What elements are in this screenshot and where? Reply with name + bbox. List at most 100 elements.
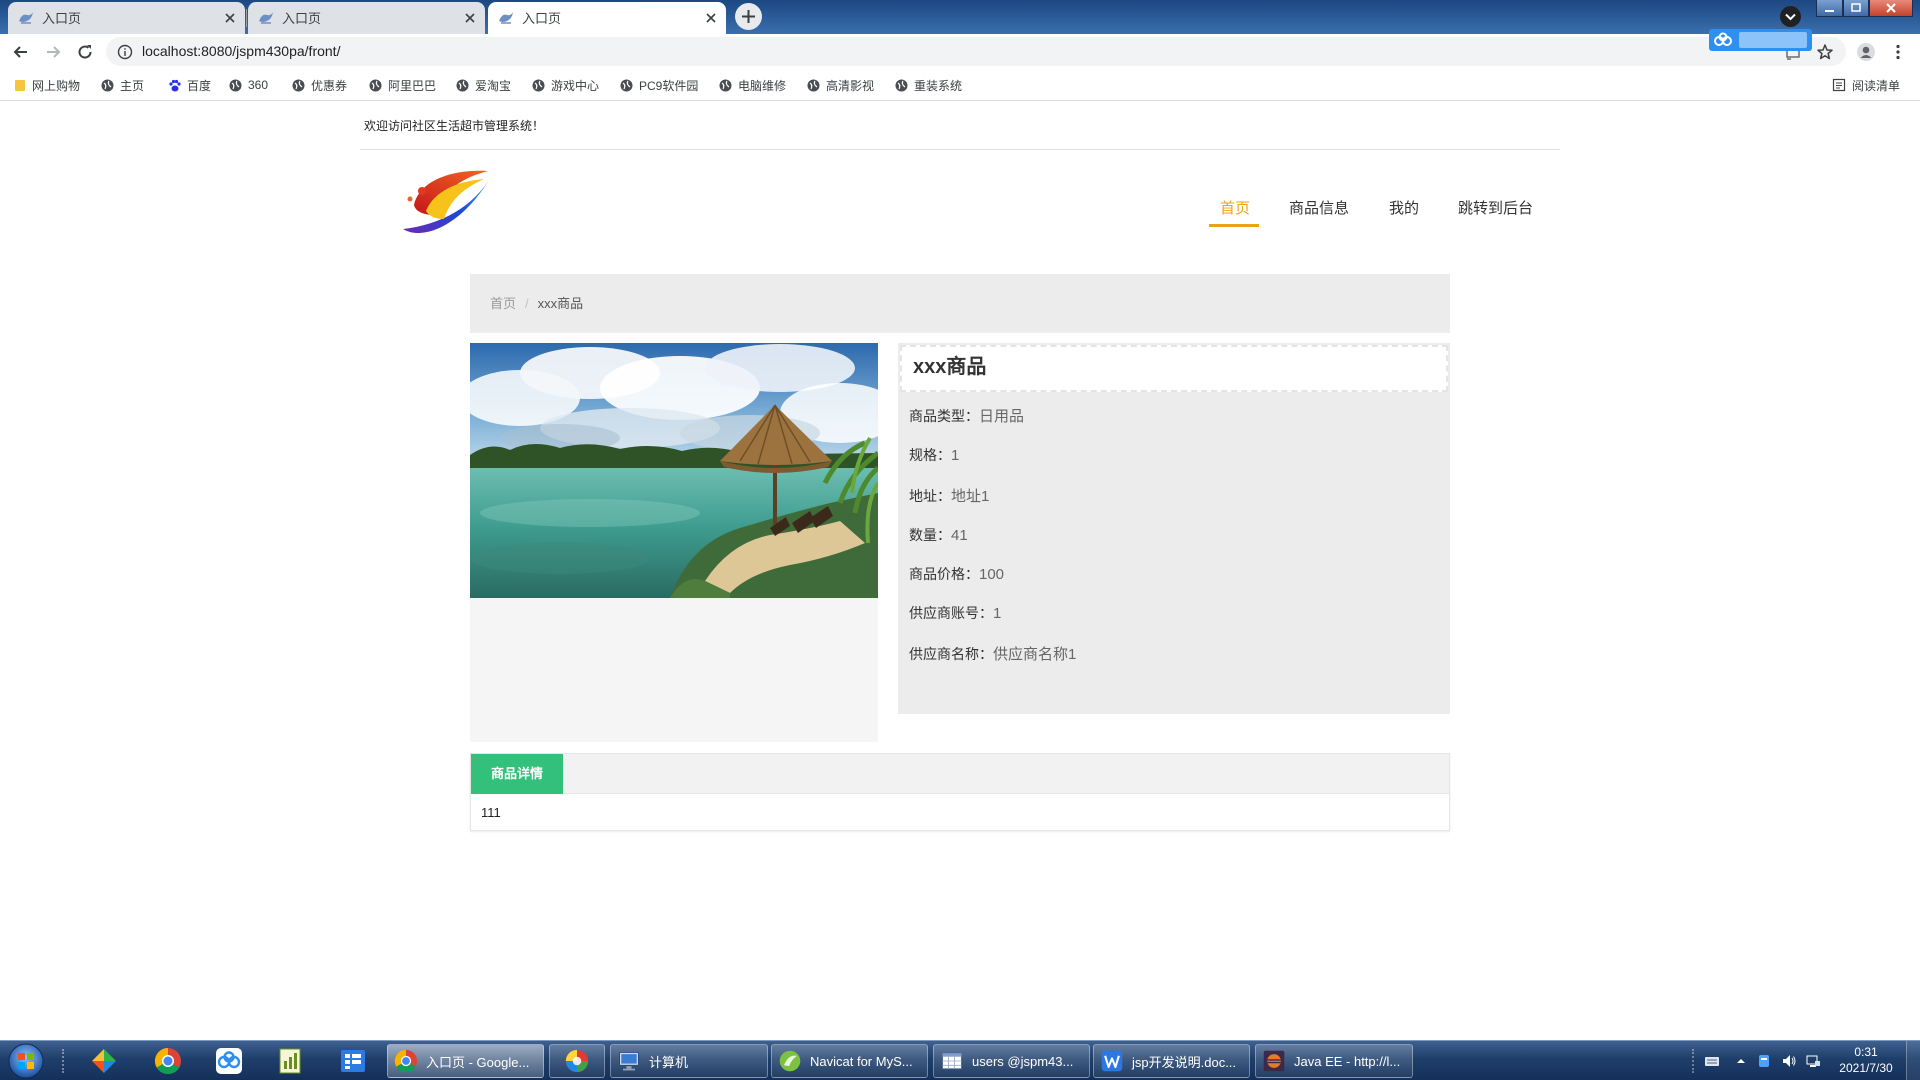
- windows-start-orb-icon: [8, 1043, 44, 1079]
- show-desktop-button[interactable]: [1906, 1041, 1920, 1080]
- browser-tab-active[interactable]: 入口页: [488, 2, 726, 34]
- plus-icon: [742, 10, 755, 23]
- breadcrumb-home-link[interactable]: 首页: [490, 296, 516, 311]
- keyboard-tray-icon[interactable]: [1704, 1053, 1720, 1069]
- pinned-chart-app-button[interactable]: [276, 1047, 304, 1075]
- globe-icon: [620, 79, 633, 91]
- back-button[interactable]: [11, 42, 31, 62]
- field-label: 供应商名称：: [909, 646, 993, 662]
- tray-gripper: [1692, 1049, 1696, 1073]
- bookmark-star-icon[interactable]: [1816, 43, 1834, 61]
- nav-home[interactable]: 首页: [1220, 199, 1250, 219]
- forward-button[interactable]: [43, 42, 63, 62]
- tab-close-icon[interactable]: [463, 11, 477, 25]
- baidu-netdisk-icon: [216, 1048, 242, 1074]
- bookmark-item[interactable]: 主页: [101, 70, 144, 100]
- bookmark-item[interactable]: 优惠券: [292, 70, 347, 100]
- info-row-type: 商品类型：日用品: [909, 404, 1024, 428]
- browser-tab[interactable]: 入口页: [8, 2, 245, 34]
- nav-mine[interactable]: 我的: [1389, 199, 1419, 219]
- start-button[interactable]: [6, 1042, 46, 1080]
- browser-menu-button[interactable]: [1888, 42, 1908, 62]
- baidu-netdisk-badge[interactable]: [1709, 29, 1812, 51]
- table-icon: [942, 1052, 962, 1070]
- bookmark-label: PC9软件园: [639, 78, 699, 93]
- bookmark-item[interactable]: PC9软件园: [620, 70, 698, 100]
- bookmark-item[interactable]: 高清影视: [807, 70, 874, 100]
- tab-product-detail[interactable]: 商品详情: [471, 754, 563, 794]
- close-icon: [1886, 3, 1896, 13]
- browser-tab-strip: 入口页 入口页 入口页: [0, 0, 1920, 34]
- taskbar-window-app[interactable]: [549, 1044, 605, 1078]
- field-label: 地址：: [909, 488, 951, 504]
- tab-search-button[interactable]: [1780, 6, 1801, 27]
- show-hidden-icons-button[interactable]: [1733, 1053, 1749, 1069]
- product-detail-panel: 商品详情 111: [470, 753, 1450, 831]
- window-close-button[interactable]: [1869, 0, 1913, 17]
- pinned-chrome-button[interactable]: [154, 1047, 182, 1075]
- tab-close-icon[interactable]: [223, 11, 237, 25]
- bookmark-item[interactable]: 360: [229, 70, 268, 100]
- field-label: 商品价格：: [909, 566, 979, 582]
- reload-icon: [78, 45, 92, 59]
- taskbar-window-label: Navicat for MyS...: [810, 1053, 913, 1069]
- field-label: 数量：: [909, 527, 951, 543]
- bookmark-item[interactable]: 百度: [168, 70, 211, 100]
- site-logo[interactable]: [400, 165, 495, 240]
- volume-icon[interactable]: [1781, 1053, 1797, 1069]
- minimize-icon: [1825, 10, 1834, 12]
- bookmark-item[interactable]: 阿里巴巴: [369, 70, 436, 100]
- bookmark-item[interactable]: 游戏中心: [532, 70, 599, 100]
- page-favicon-icon: [258, 11, 274, 25]
- window-maximize-button[interactable]: [1843, 0, 1869, 17]
- field-label: 供应商账号：: [909, 605, 993, 621]
- reload-button[interactable]: [75, 42, 95, 62]
- address-bar[interactable]: localhost:8080/jspm430pa/front/: [106, 37, 1846, 66]
- product-image[interactable]: [460, 343, 900, 598]
- bookmark-label: 电脑维修: [738, 78, 787, 93]
- taskbar-window-chrome[interactable]: 入口页 - Google...: [387, 1044, 544, 1078]
- system-clock[interactable]: 0:31 2021/7/30: [1828, 1044, 1904, 1076]
- info-row-supplier-name: 供应商名称：供应商名称1: [909, 642, 1076, 666]
- pinned-app-button[interactable]: [90, 1047, 118, 1075]
- bookmark-item[interactable]: 爱淘宝: [456, 70, 511, 100]
- tab-title: 入口页: [522, 11, 562, 26]
- bookmark-item[interactable]: 电脑维修: [719, 70, 786, 100]
- network-icon[interactable]: [1805, 1053, 1821, 1069]
- bookmarks-bar: 网上购物 主页 百度 360 优惠券 阿里巴巴 爱淘宝 游戏中心 PC9软件园 …: [0, 70, 1920, 101]
- new-tab-button[interactable]: [735, 3, 762, 30]
- pinned-file-manager-button[interactable]: [339, 1047, 367, 1075]
- product-title: xxx商品: [900, 345, 1448, 392]
- nav-admin[interactable]: 跳转到后台: [1458, 199, 1533, 219]
- nav-products[interactable]: 商品信息: [1289, 199, 1349, 219]
- browser-tab[interactable]: 入口页: [248, 2, 485, 34]
- security-tray-icon[interactable]: [1756, 1053, 1772, 1069]
- taskbar-window-label: jsp开发说明.doc...: [1132, 1054, 1237, 1070]
- field-value: 41: [951, 527, 968, 544]
- globe-icon: [807, 79, 820, 91]
- site-info-icon[interactable]: [117, 44, 133, 60]
- bookmark-label: 360: [248, 78, 269, 92]
- bookmark-label: 高清影视: [826, 78, 875, 93]
- pinned-netdisk-button[interactable]: [215, 1047, 243, 1075]
- folder-icon: [15, 79, 25, 91]
- profile-button[interactable]: [1856, 42, 1876, 62]
- baidu-paw-icon: [169, 79, 181, 91]
- bookmark-item[interactable]: 重装系统: [895, 70, 962, 100]
- info-row-price: 商品价格：100: [909, 562, 1004, 586]
- reading-list-button[interactable]: 阅读清单: [1832, 70, 1900, 100]
- tab-title: 入口页: [282, 11, 322, 26]
- window-minimize-button[interactable]: [1816, 0, 1843, 17]
- tab-close-icon[interactable]: [704, 11, 718, 25]
- globe-icon: [292, 79, 305, 91]
- chrome-icon: [394, 1049, 418, 1073]
- url-text[interactable]: localhost:8080/jspm430pa/front/: [142, 44, 340, 59]
- taskbar-window-navicat[interactable]: Navicat for MyS...: [771, 1044, 928, 1078]
- taskbar-window-computer[interactable]: 计算机: [610, 1044, 768, 1078]
- taskbar-window-document[interactable]: jsp开发说明.doc...: [1093, 1044, 1250, 1078]
- bookmark-item[interactable]: 网上购物: [14, 70, 80, 100]
- taskbar-window-label: 计算机: [649, 1054, 689, 1070]
- detail-tab-bar: 商品详情: [471, 754, 1449, 794]
- taskbar-window-users-table[interactable]: users @jspm43...: [933, 1044, 1090, 1078]
- taskbar-window-java-ee[interactable]: Java EE - http://l...: [1255, 1044, 1413, 1078]
